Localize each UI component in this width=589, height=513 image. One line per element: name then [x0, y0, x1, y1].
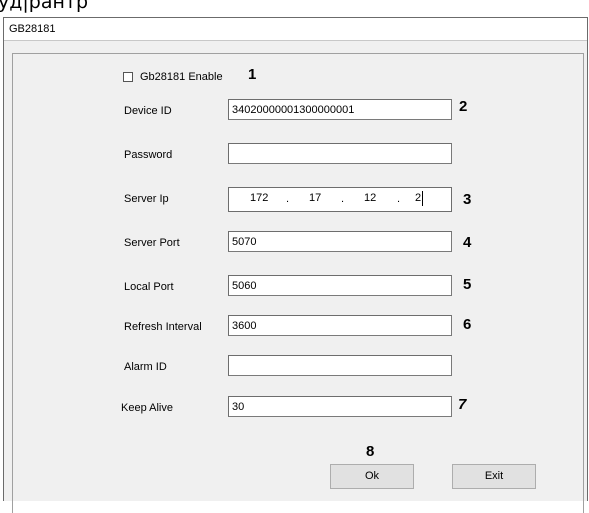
annotation-1: 1	[248, 66, 257, 83]
ip-dot: .	[397, 193, 401, 205]
text-caret	[422, 191, 423, 206]
annotation-5: 5	[463, 276, 472, 293]
password-field[interactable]	[228, 143, 452, 164]
server-ip-label: Server Ip	[124, 193, 169, 205]
annotation-4: 4	[463, 234, 472, 251]
annotation-2: 2	[459, 98, 468, 115]
server-ip-octet-3[interactable]: 12	[364, 192, 376, 204]
annotation-8: 8	[366, 443, 375, 460]
dialog-title: GB28181	[9, 23, 56, 35]
gb28181-enable-checkbox[interactable]	[123, 72, 133, 82]
alarm-id-label: Alarm ID	[124, 361, 167, 373]
local-port-label: Local Port	[124, 281, 174, 293]
annotation-7: 7	[458, 396, 467, 413]
server-port-field[interactable]	[228, 231, 452, 252]
server-ip-octet-1[interactable]: 172	[250, 192, 268, 204]
refresh-interval-field[interactable]	[228, 315, 452, 336]
ok-button[interactable]: Ok	[330, 464, 414, 489]
exit-button[interactable]: Exit	[452, 464, 536, 489]
dialog-titlebar: GB28181	[4, 18, 587, 41]
ip-dot: .	[286, 193, 290, 205]
gb28181-enable-label[interactable]: Gb28181 Enable	[140, 71, 223, 83]
keep-alive-field[interactable]	[228, 396, 452, 417]
server-port-label: Server Port	[124, 237, 180, 249]
server-ip-octet-4[interactable]: 2	[415, 192, 421, 204]
gb28181-dialog: GB28181	[3, 17, 588, 513]
local-port-field[interactable]	[228, 275, 452, 296]
annotation-3: 3	[463, 191, 472, 208]
refresh-interval-label: Refresh Interval	[124, 321, 202, 333]
cropped-window-title: уд|рантр	[0, 0, 89, 13]
device-id-label: Device ID	[124, 105, 172, 117]
annotation-6: 6	[463, 316, 472, 333]
ip-dot: .	[341, 193, 345, 205]
keep-alive-label: Keep Alive	[121, 402, 173, 414]
server-ip-field[interactable]: 172 . 17 . 12 . 2	[228, 187, 452, 212]
password-label: Password	[124, 149, 173, 161]
alarm-id-field[interactable]	[228, 355, 452, 376]
device-id-field[interactable]	[228, 99, 452, 120]
server-ip-octet-2[interactable]: 17	[309, 192, 321, 204]
